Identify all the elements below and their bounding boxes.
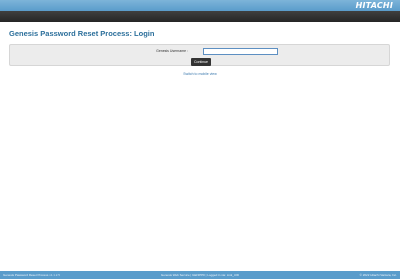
footer: Genesis Password Reset Process v1.1.2.5 … (0, 271, 400, 279)
footer-service-info: Genesis Web Service | GENPPD | Logged in… (160, 273, 240, 277)
switch-to-mobile-link[interactable]: Switch to mobile view (0, 72, 400, 77)
login-form-panel: Genesis Username : Continue (9, 44, 390, 66)
footer-copyright: © 2022 Hitachi Vantara, Inc. (359, 273, 397, 277)
username-input[interactable] (203, 48, 278, 55)
username-label: Genesis Username : (156, 49, 188, 53)
hitachi-logo: HITACHI (355, 1, 393, 10)
nav-bar (0, 11, 400, 22)
continue-button[interactable]: Continue (191, 58, 211, 66)
top-banner: HITACHI (0, 0, 400, 11)
page-title: Genesis Password Reset Process: Login (9, 29, 155, 38)
